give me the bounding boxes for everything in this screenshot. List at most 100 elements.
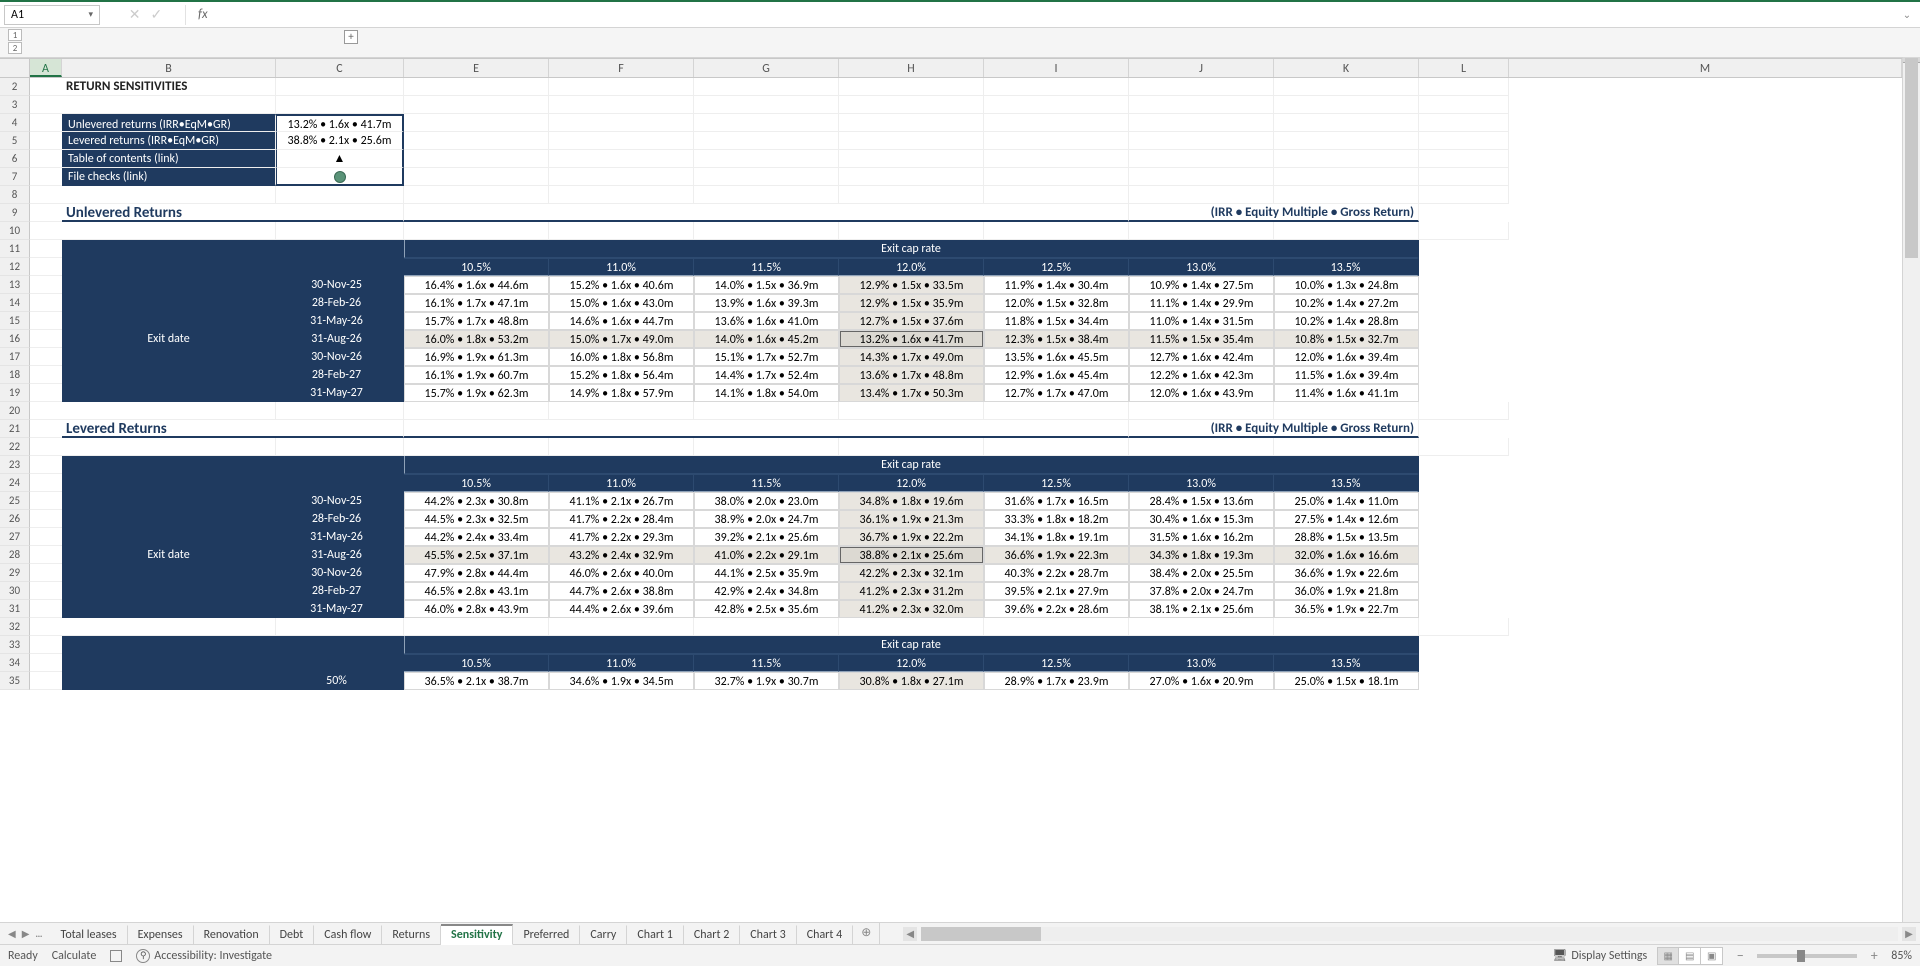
sheet-tab-debt[interactable]: Debt <box>270 925 315 944</box>
sheet-tab-chart-1[interactable]: Chart 1 <box>627 925 683 944</box>
row-header[interactable]: 18 <box>0 366 30 384</box>
sensitivity-cell: 12.7% • 1.6x • 42.4m <box>1129 348 1274 366</box>
spreadsheet-grid[interactable]: 2RETURN SENSITIVITIES34Unlevered returns… <box>0 78 1902 690</box>
hscroll-thumb[interactable] <box>921 927 1041 941</box>
zoom-out-button[interactable]: − <box>1733 947 1747 964</box>
row-header[interactable]: 23 <box>0 456 30 474</box>
row-header[interactable]: 5 <box>0 132 30 150</box>
zoom-in-button[interactable]: + <box>1867 947 1881 964</box>
vertical-scrollbar[interactable] <box>1902 58 1920 922</box>
row-header[interactable]: 15 <box>0 312 30 330</box>
col-header-I[interactable]: I <box>984 59 1129 77</box>
status-calculate: Calculate <box>52 949 97 963</box>
row-header[interactable]: 25 <box>0 492 30 510</box>
row-header[interactable]: 31 <box>0 600 30 618</box>
col-header-K[interactable]: K <box>1274 59 1419 77</box>
col-header-M[interactable]: M <box>1509 59 1902 77</box>
view-page-layout-icon[interactable]: ▤ <box>1679 947 1701 965</box>
tab-nav-more-icon[interactable]: … <box>35 927 42 940</box>
sheet-tab-chart-2[interactable]: Chart 2 <box>684 925 740 944</box>
row-header[interactable]: 33 <box>0 636 30 654</box>
fx-icon[interactable]: fx <box>192 7 208 22</box>
row-header[interactable]: 9 <box>0 204 30 222</box>
row-header[interactable]: 28 <box>0 546 30 564</box>
horizontal-scrollbar[interactable]: ◀ ▶ <box>899 923 1920 944</box>
formula-input[interactable] <box>214 5 1892 25</box>
col-header-C[interactable]: C <box>276 59 404 77</box>
sheet-tab-returns[interactable]: Returns <box>382 925 441 944</box>
row-header[interactable]: 2 <box>0 78 30 96</box>
row-header[interactable]: 3 <box>0 96 30 114</box>
outline-expand-button[interactable]: + <box>344 30 358 44</box>
row-header[interactable]: 35 <box>0 672 30 690</box>
vertical-scroll-thumb[interactable] <box>1905 58 1918 258</box>
accessibility-status[interactable]: ⚲ Accessibility: Investigate <box>136 949 272 963</box>
col-header-L[interactable]: L <box>1419 59 1509 77</box>
sheet-tab-renovation[interactable]: Renovation <box>194 925 270 944</box>
new-sheet-button[interactable]: ⊕ <box>853 923 879 944</box>
row-header[interactable]: 8 <box>0 186 30 204</box>
col-header-J[interactable]: J <box>1129 59 1274 77</box>
sensitivity-cell: 36.6% • 1.9x • 22.6m <box>1274 564 1419 582</box>
row-header[interactable]: 6 <box>0 150 30 168</box>
outline-level-2[interactable]: 2 <box>8 42 22 54</box>
col-header-E[interactable]: E <box>404 59 549 77</box>
name-box[interactable]: A1 ▾ <box>4 5 100 25</box>
display-settings-button[interactable]: 🖥 Display Settings <box>1552 948 1647 963</box>
row-header[interactable]: 20 <box>0 402 30 420</box>
row-header[interactable]: 21 <box>0 420 30 438</box>
row-header[interactable]: 17 <box>0 348 30 366</box>
sensitivity-cell: 38.0% • 2.0x • 23.0m <box>694 492 839 510</box>
enter-icon[interactable]: ✓ <box>151 6 163 23</box>
row-header[interactable]: 27 <box>0 528 30 546</box>
sheet-tab-total-leases[interactable]: Total leases <box>51 925 128 944</box>
name-box-dropdown-icon[interactable]: ▾ <box>88 9 93 20</box>
col-header-H[interactable]: H <box>839 59 984 77</box>
row-header[interactable]: 29 <box>0 564 30 582</box>
hscroll-left-icon[interactable]: ◀ <box>903 927 917 941</box>
row-header[interactable]: 12 <box>0 258 30 276</box>
sensitivity-cell: 41.2% • 2.3x • 31.2m <box>839 582 984 600</box>
row-header[interactable]: 11 <box>0 240 30 258</box>
sheet-tab-expenses[interactable]: Expenses <box>128 925 194 944</box>
hscroll-right-icon[interactable]: ▶ <box>1902 927 1916 941</box>
row-header[interactable]: 16 <box>0 330 30 348</box>
sheet-tab-carry[interactable]: Carry <box>580 925 627 944</box>
sheet-tab-sensitivity[interactable]: Sensitivity <box>441 924 513 945</box>
row-header[interactable]: 34 <box>0 654 30 672</box>
row-header[interactable]: 24 <box>0 474 30 492</box>
tab-nav-next-icon[interactable]: ▶ <box>22 927 30 940</box>
col-header-B[interactable]: B <box>62 59 276 77</box>
zoom-level[interactable]: 85% <box>1891 949 1912 963</box>
cancel-icon[interactable]: ✕ <box>129 6 141 23</box>
sheet-tab-preferred[interactable]: Preferred <box>513 925 580 944</box>
row-header[interactable]: 30 <box>0 582 30 600</box>
row-header[interactable]: 26 <box>0 510 30 528</box>
row-header[interactable]: 10 <box>0 222 30 240</box>
outline-level-1[interactable]: 1 <box>8 29 22 41</box>
row-header[interactable]: 22 <box>0 438 30 456</box>
sheet-tab-chart-3[interactable]: Chart 3 <box>740 925 796 944</box>
sheet-tab-cash-flow[interactable]: Cash flow <box>314 925 382 944</box>
row-header[interactable]: 14 <box>0 294 30 312</box>
row-header[interactable]: 32 <box>0 618 30 636</box>
view-normal-icon[interactable]: ▦ <box>1657 947 1679 965</box>
zoom-slider[interactable] <box>1757 954 1857 958</box>
col-header-F[interactable]: F <box>549 59 694 77</box>
zoom-slider-thumb[interactable] <box>1797 950 1805 962</box>
sheet-tab-chart-4[interactable]: Chart 4 <box>797 925 853 944</box>
col-header-G[interactable]: G <box>694 59 839 77</box>
tab-nav-prev-icon[interactable]: ◀ <box>8 927 16 940</box>
row-header[interactable]: 19 <box>0 384 30 402</box>
sensitivity-cell: 12.9% • 1.5x • 33.5m <box>839 276 984 294</box>
sensitivity-cell: 36.5% • 1.9x • 22.7m <box>1274 600 1419 618</box>
row-header[interactable]: 4 <box>0 114 30 132</box>
select-all-corner[interactable] <box>0 59 30 77</box>
macro-record-icon[interactable] <box>110 950 122 962</box>
row-header[interactable]: 13 <box>0 276 30 294</box>
page-title: RETURN SENSITIVITIES <box>62 78 276 96</box>
col-header-A[interactable]: A <box>30 59 62 77</box>
view-page-break-icon[interactable]: ▣ <box>1701 947 1723 965</box>
row-header[interactable]: 7 <box>0 168 30 186</box>
formula-expand-icon[interactable]: ⌄ <box>1898 8 1916 21</box>
